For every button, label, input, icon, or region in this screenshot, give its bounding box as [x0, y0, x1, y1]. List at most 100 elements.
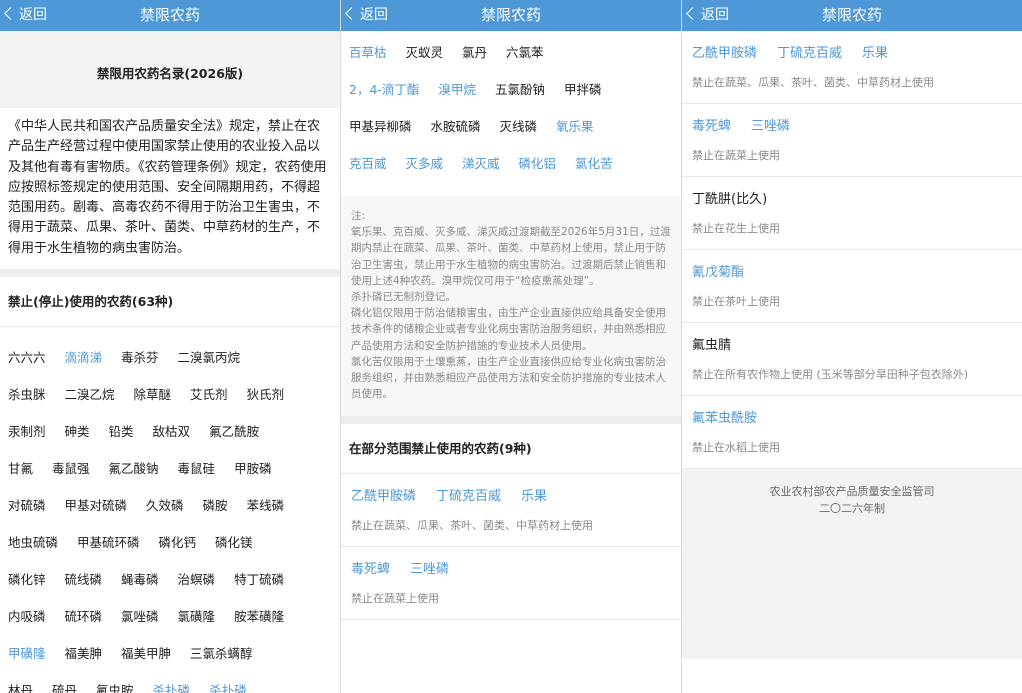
pesticide-item[interactable]: 氟虫腈 — [692, 338, 731, 353]
pesticide-item[interactable]: 对硫磷 — [8, 498, 46, 513]
pesticide-item[interactable]: 克百威 — [349, 156, 387, 171]
pesticide-item[interactable]: 氟苯虫酰胺 — [692, 411, 757, 426]
pesticide-item[interactable]: 二溴氯丙烷 — [178, 350, 241, 365]
pesticide-item[interactable]: 毒死蜱 — [692, 119, 731, 134]
pesticide-item[interactable]: 氟虫胺 — [96, 683, 134, 693]
page-title: 禁限农药 — [139, 6, 200, 24]
pesticide-item[interactable]: 甲磺隆 — [8, 646, 46, 661]
chip-row: 六六六 滴滴涕 毒杀芬 二溴氯丙烷 — [8, 339, 332, 376]
pesticide-item[interactable]: 甲基硫环磷 — [77, 535, 140, 550]
pesticide-item[interactable]: 三唑磷 — [751, 119, 790, 134]
pesticide-item[interactable]: 硫环磷 — [65, 609, 103, 624]
pesticide-item[interactable]: 氰戊菊酯 — [692, 265, 744, 280]
pesticide-item[interactable]: 蝇毒磷 — [121, 572, 159, 587]
back-button[interactable]: 返回 — [686, 0, 729, 31]
pesticide-item[interactable]: 福美胂 — [65, 646, 103, 661]
footer-org: 农业农村部农产品质量安全监管司 — [769, 485, 935, 498]
pesticide-item[interactable]: 溴甲烷 — [438, 82, 476, 97]
pesticide-item[interactable]: 毒死蜱 — [351, 562, 390, 577]
pesticide-item[interactable]: 甘氟 — [8, 461, 33, 476]
pesticide-item[interactable]: 甲拌磷 — [564, 82, 602, 97]
pesticide-item[interactable]: 丁硫克百威 — [436, 489, 501, 504]
pesticide-item[interactable]: 甲基对硫磷 — [65, 498, 128, 513]
pesticide-item[interactable]: 林丹 — [8, 683, 33, 693]
pesticide-item[interactable]: 乙酰甲胺磷 — [692, 46, 757, 61]
pesticide-item[interactable]: 久效磷 — [146, 498, 184, 513]
pesticide-item[interactable]: 氯化苦 — [575, 156, 613, 171]
pesticide-item[interactable]: 灭多威 — [406, 156, 444, 171]
pesticide-item[interactable]: 六六六 — [8, 350, 46, 365]
pesticide-item[interactable]: 灭蚁灵 — [406, 45, 444, 60]
pesticide-item[interactable]: 砷类 — [65, 424, 90, 439]
pesticide-item[interactable]: 杀扑磷 — [209, 683, 247, 693]
pesticide-item[interactable]: 胺苯磺隆 — [234, 609, 284, 624]
pesticide-item[interactable]: 硫线磷 — [65, 572, 103, 587]
pesticide-item[interactable]: 氯唑磷 — [121, 609, 159, 624]
pesticide-item[interactable]: 2，4-滴丁酯 — [349, 82, 419, 97]
pesticide-item[interactable]: 丁酰肼(比久) — [692, 192, 767, 207]
note-line: 氯化苦仅限用于土壤熏蒸，由生产企业直接供应给专业化病虫害防治服务组织，并由熟悉相… — [351, 355, 666, 401]
restricted-list: 乙酰甲胺磷 丁硫克百威 乐果禁止在蔬菜、瓜果、茶叶、菌类、中草药材上使用 毒死蜱 三唑磷… — [341, 474, 681, 621]
restricted-list: 乙酰甲胺磷 丁硫克百威 乐果 禁止在蔬菜、瓜果、茶叶、菌类、中草药材上使用 毒死蜱 三唑磷… — [682, 31, 1022, 469]
pesticide-item[interactable]: 敌枯双 — [153, 424, 191, 439]
restricted-names: 毒死蜱 三唑磷 — [351, 547, 671, 579]
pesticide-item[interactable]: 特丁硫磷 — [234, 572, 284, 587]
pesticide-item[interactable]: 甲基异柳磷 — [349, 119, 412, 134]
pesticide-item[interactable]: 丁硫克百威 — [777, 46, 842, 61]
pesticide-item[interactable]: 艾氏剂 — [190, 387, 228, 402]
pesticide-item[interactable]: 百草枯 — [349, 45, 387, 60]
chip-row: 克百威 灭多威 涕灭威 磷化铝 氯化苦 — [349, 145, 673, 182]
pesticide-item[interactable]: 五氯酚钠 — [495, 82, 545, 97]
pesticide-item[interactable]: 氯丹 — [462, 45, 487, 60]
pesticide-item[interactable]: 铅类 — [109, 424, 134, 439]
pesticide-item[interactable]: 灭线磷 — [500, 119, 538, 134]
pesticide-item[interactable]: 杀扑磷 — [153, 683, 191, 693]
pesticide-item[interactable]: 磷化铝 — [519, 156, 557, 171]
pesticide-item[interactable]: 涕灭威 — [462, 156, 500, 171]
pesticide-item[interactable]: 磷化锌 — [8, 572, 46, 587]
pesticide-item[interactable]: 氧乐果 — [556, 119, 594, 134]
pesticide-item[interactable]: 内吸磷 — [8, 609, 46, 624]
notes-box: 注: 氧乐果、克百威、灭多威、涕灭威过渡期截至2026年5月31日，过渡期内禁止在… — [341, 196, 681, 417]
pesticide-item[interactable]: 六氯苯 — [506, 45, 544, 60]
banned-section-title: 禁止(停止)使用的农药(63种) — [0, 277, 340, 328]
pesticide-item[interactable]: 福美甲胂 — [121, 646, 171, 661]
pesticide-item[interactable]: 苯线磷 — [247, 498, 285, 513]
pesticide-item[interactable]: 治螟磷 — [178, 572, 216, 587]
pesticide-item[interactable]: 毒杀芬 — [121, 350, 159, 365]
pesticide-item[interactable]: 甲胺磷 — [234, 461, 272, 476]
restricted-names: 毒死蜱 三唑磷 — [692, 104, 1012, 136]
pesticide-item[interactable]: 地虫硫磷 — [8, 535, 58, 550]
pesticide-item[interactable]: 毒鼠强 — [52, 461, 90, 476]
pesticide-item[interactable]: 毒鼠硅 — [178, 461, 216, 476]
page-title: 禁限农药 — [821, 6, 882, 24]
back-button[interactable]: 返回 — [4, 0, 47, 31]
pesticide-item[interactable]: 三氯杀螨醇 — [190, 646, 253, 661]
pesticide-item[interactable]: 水胺硫磷 — [431, 119, 481, 134]
pesticide-item[interactable]: 乐果 — [521, 489, 547, 504]
pesticide-item[interactable]: 除草醚 — [134, 387, 172, 402]
pesticide-item[interactable]: 二溴乙烷 — [65, 387, 115, 402]
pesticide-item[interactable]: 磷化钙 — [159, 535, 197, 550]
footer-year: 二〇二六年制 — [819, 502, 885, 515]
restriction-description: 禁止在蔬菜、瓜果、茶叶、菌类、中草药材上使用 — [351, 519, 593, 533]
panel-2: 返回 禁限农药 百草枯 灭蚁灵 氯丹 六氯苯 2，4-滴丁酯 溴甲烷 五氯酚钠 甲拌磷 甲基异柳… — [341, 0, 681, 693]
pesticide-item[interactable]: 氟乙酸钠 — [109, 461, 159, 476]
pesticide-item[interactable]: 三唑磷 — [410, 562, 449, 577]
restricted-names: 氟苯虫酰胺 — [692, 396, 1012, 428]
pesticide-item[interactable]: 狄氏剂 — [247, 387, 285, 402]
pesticide-item[interactable]: 磷胺 — [203, 498, 228, 513]
pesticide-item[interactable]: 乙酰甲胺磷 — [351, 489, 416, 504]
panel-3: 返回 禁限农药 乙酰甲胺磷 丁硫克百威 乐果 禁止在蔬菜、瓜果、茶叶、菌类、中草药材上… — [682, 0, 1022, 693]
chevron-left-icon — [4, 7, 17, 20]
pesticide-item[interactable]: 乐果 — [862, 46, 888, 61]
pesticide-item[interactable]: 滴滴涕 — [65, 350, 103, 365]
pesticide-item[interactable]: 氟乙酰胺 — [209, 424, 259, 439]
pesticide-item[interactable]: 氯磺隆 — [178, 609, 216, 624]
pesticide-item[interactable]: 汞制剂 — [8, 424, 46, 439]
pesticide-item[interactable]: 硫丹 — [52, 683, 77, 693]
pesticide-item[interactable]: 杀虫脒 — [8, 387, 46, 402]
back-button[interactable]: 返回 — [345, 0, 388, 31]
pesticide-item[interactable]: 磷化镁 — [215, 535, 253, 550]
restricted-names: 氟虫腈 — [692, 323, 1012, 355]
